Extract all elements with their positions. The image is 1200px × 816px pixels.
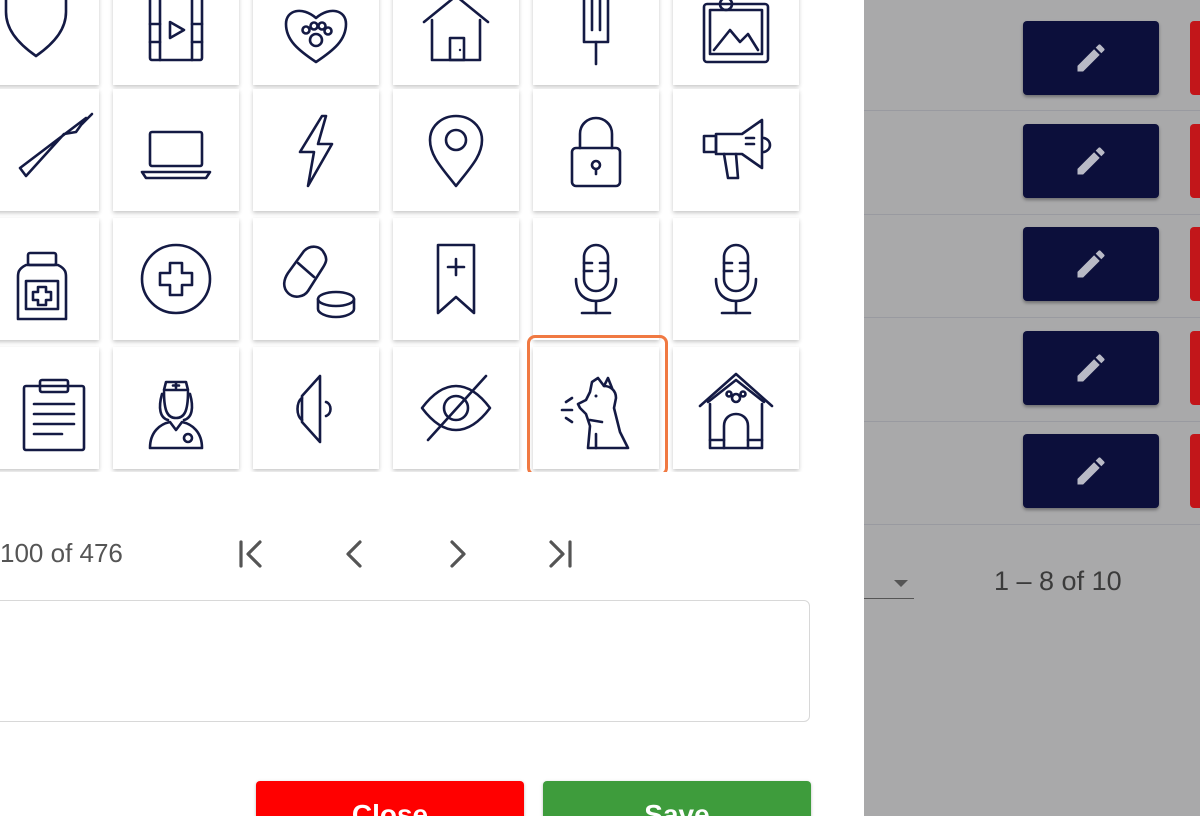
lightning-icon <box>298 114 334 188</box>
image-landscape-icon <box>702 0 770 64</box>
speaker-icon <box>296 374 332 444</box>
first-page-button[interactable] <box>226 530 274 578</box>
row-divider <box>864 524 1200 525</box>
location-pin-icon <box>428 114 484 188</box>
pencil-icon <box>1077 250 1105 278</box>
paw-heart-icon <box>284 9 348 64</box>
edit-button[interactable] <box>1023 124 1159 198</box>
edit-button[interactable] <box>1023 227 1159 301</box>
icon-tile[interactable] <box>0 347 99 469</box>
icon-text-field[interactable] <box>0 600 810 722</box>
chevron-right-icon <box>450 540 466 568</box>
icon-tile[interactable] <box>393 89 519 211</box>
icon-tile[interactable] <box>673 347 799 469</box>
icon-tile[interactable] <box>253 347 379 469</box>
pencil-icon <box>1077 44 1105 72</box>
knife-icon <box>18 112 94 178</box>
icon-tile[interactable] <box>113 89 239 211</box>
edit-button[interactable] <box>1023 331 1159 405</box>
delete-button[interactable] <box>1190 21 1200 95</box>
icon-tile[interactable] <box>0 0 99 85</box>
next-page-button[interactable] <box>434 530 482 578</box>
last-page-icon <box>549 540 572 568</box>
film-play-icon <box>148 0 204 62</box>
edit-button[interactable] <box>1023 434 1159 508</box>
icon-tile[interactable] <box>0 89 99 211</box>
last-page-button[interactable] <box>537 530 585 578</box>
pills-icon <box>282 245 356 319</box>
pencil-icon <box>1077 354 1105 382</box>
house-icon <box>422 0 490 62</box>
icon-tile[interactable] <box>533 218 659 340</box>
background-range-label: 1 – 8 of 10 <box>994 566 1122 596</box>
delete-button[interactable] <box>1190 331 1200 405</box>
pencil-icon <box>1077 147 1105 175</box>
row-divider <box>864 214 1200 215</box>
icon-tile[interactable] <box>673 218 799 340</box>
delete-button[interactable] <box>1190 227 1200 301</box>
row-divider <box>864 421 1200 422</box>
icon-tile[interactable] <box>253 0 379 85</box>
previous-page-button[interactable] <box>330 530 378 578</box>
fork-icon <box>582 0 610 66</box>
caret-down-icon <box>894 580 908 587</box>
delete-button[interactable] <box>1190 124 1200 198</box>
close-button-label: Close <box>351 799 429 816</box>
icon-text-input[interactable] <box>0 601 809 721</box>
padlock-icon <box>570 116 622 188</box>
icon-tile[interactable] <box>113 347 239 469</box>
medicine-bottle-icon <box>16 251 68 321</box>
save-button[interactable]: Save <box>543 781 811 816</box>
edit-button[interactable] <box>1023 21 1159 95</box>
delete-button[interactable] <box>1190 434 1200 508</box>
row-divider <box>864 317 1200 318</box>
save-button-label: Save <box>644 799 710 816</box>
icon-paginator: 100 of 476 <box>0 530 806 580</box>
range-label: 100 of 476 <box>0 538 123 568</box>
icon-tile[interactable] <box>113 218 239 340</box>
page-size-select[interactable] <box>864 572 914 599</box>
background-page: 1 – 8 of 10 <box>864 0 1200 816</box>
nurse-icon <box>148 380 204 450</box>
icon-tile[interactable] <box>393 218 519 340</box>
chevron-left-icon <box>346 540 362 568</box>
barking-dog-icon <box>560 376 630 450</box>
icon-picker-dialog: 100 of 476 Close Save <box>0 0 864 816</box>
icon-tile[interactable] <box>113 0 239 85</box>
icon-tile[interactable] <box>393 347 519 469</box>
icon-tile[interactable] <box>533 0 659 85</box>
icon-tile[interactable] <box>533 347 659 469</box>
heart-shield-icon <box>4 0 68 58</box>
medical-cross-icon <box>140 243 212 315</box>
megaphone-icon <box>702 118 772 180</box>
icon-tile[interactable] <box>673 89 799 211</box>
icon-tile[interactable] <box>533 89 659 211</box>
close-button[interactable]: Close <box>256 781 524 816</box>
microphone-icon <box>714 243 758 315</box>
laptop-icon <box>140 130 212 180</box>
first-page-icon <box>239 540 262 568</box>
icon-grid <box>0 0 806 472</box>
microphone-icon <box>574 243 618 315</box>
dog-house-icon <box>698 372 774 450</box>
bookmark-add-icon <box>436 243 476 315</box>
icon-tile[interactable] <box>253 218 379 340</box>
row-divider <box>864 110 1200 111</box>
icon-tile[interactable] <box>393 0 519 85</box>
icon-tile[interactable] <box>673 0 799 85</box>
pencil-icon <box>1077 457 1105 485</box>
icon-tile[interactable] <box>0 218 99 340</box>
eye-off-icon <box>420 374 492 442</box>
icon-tile[interactable] <box>253 89 379 211</box>
clipboard-icon <box>22 378 86 452</box>
